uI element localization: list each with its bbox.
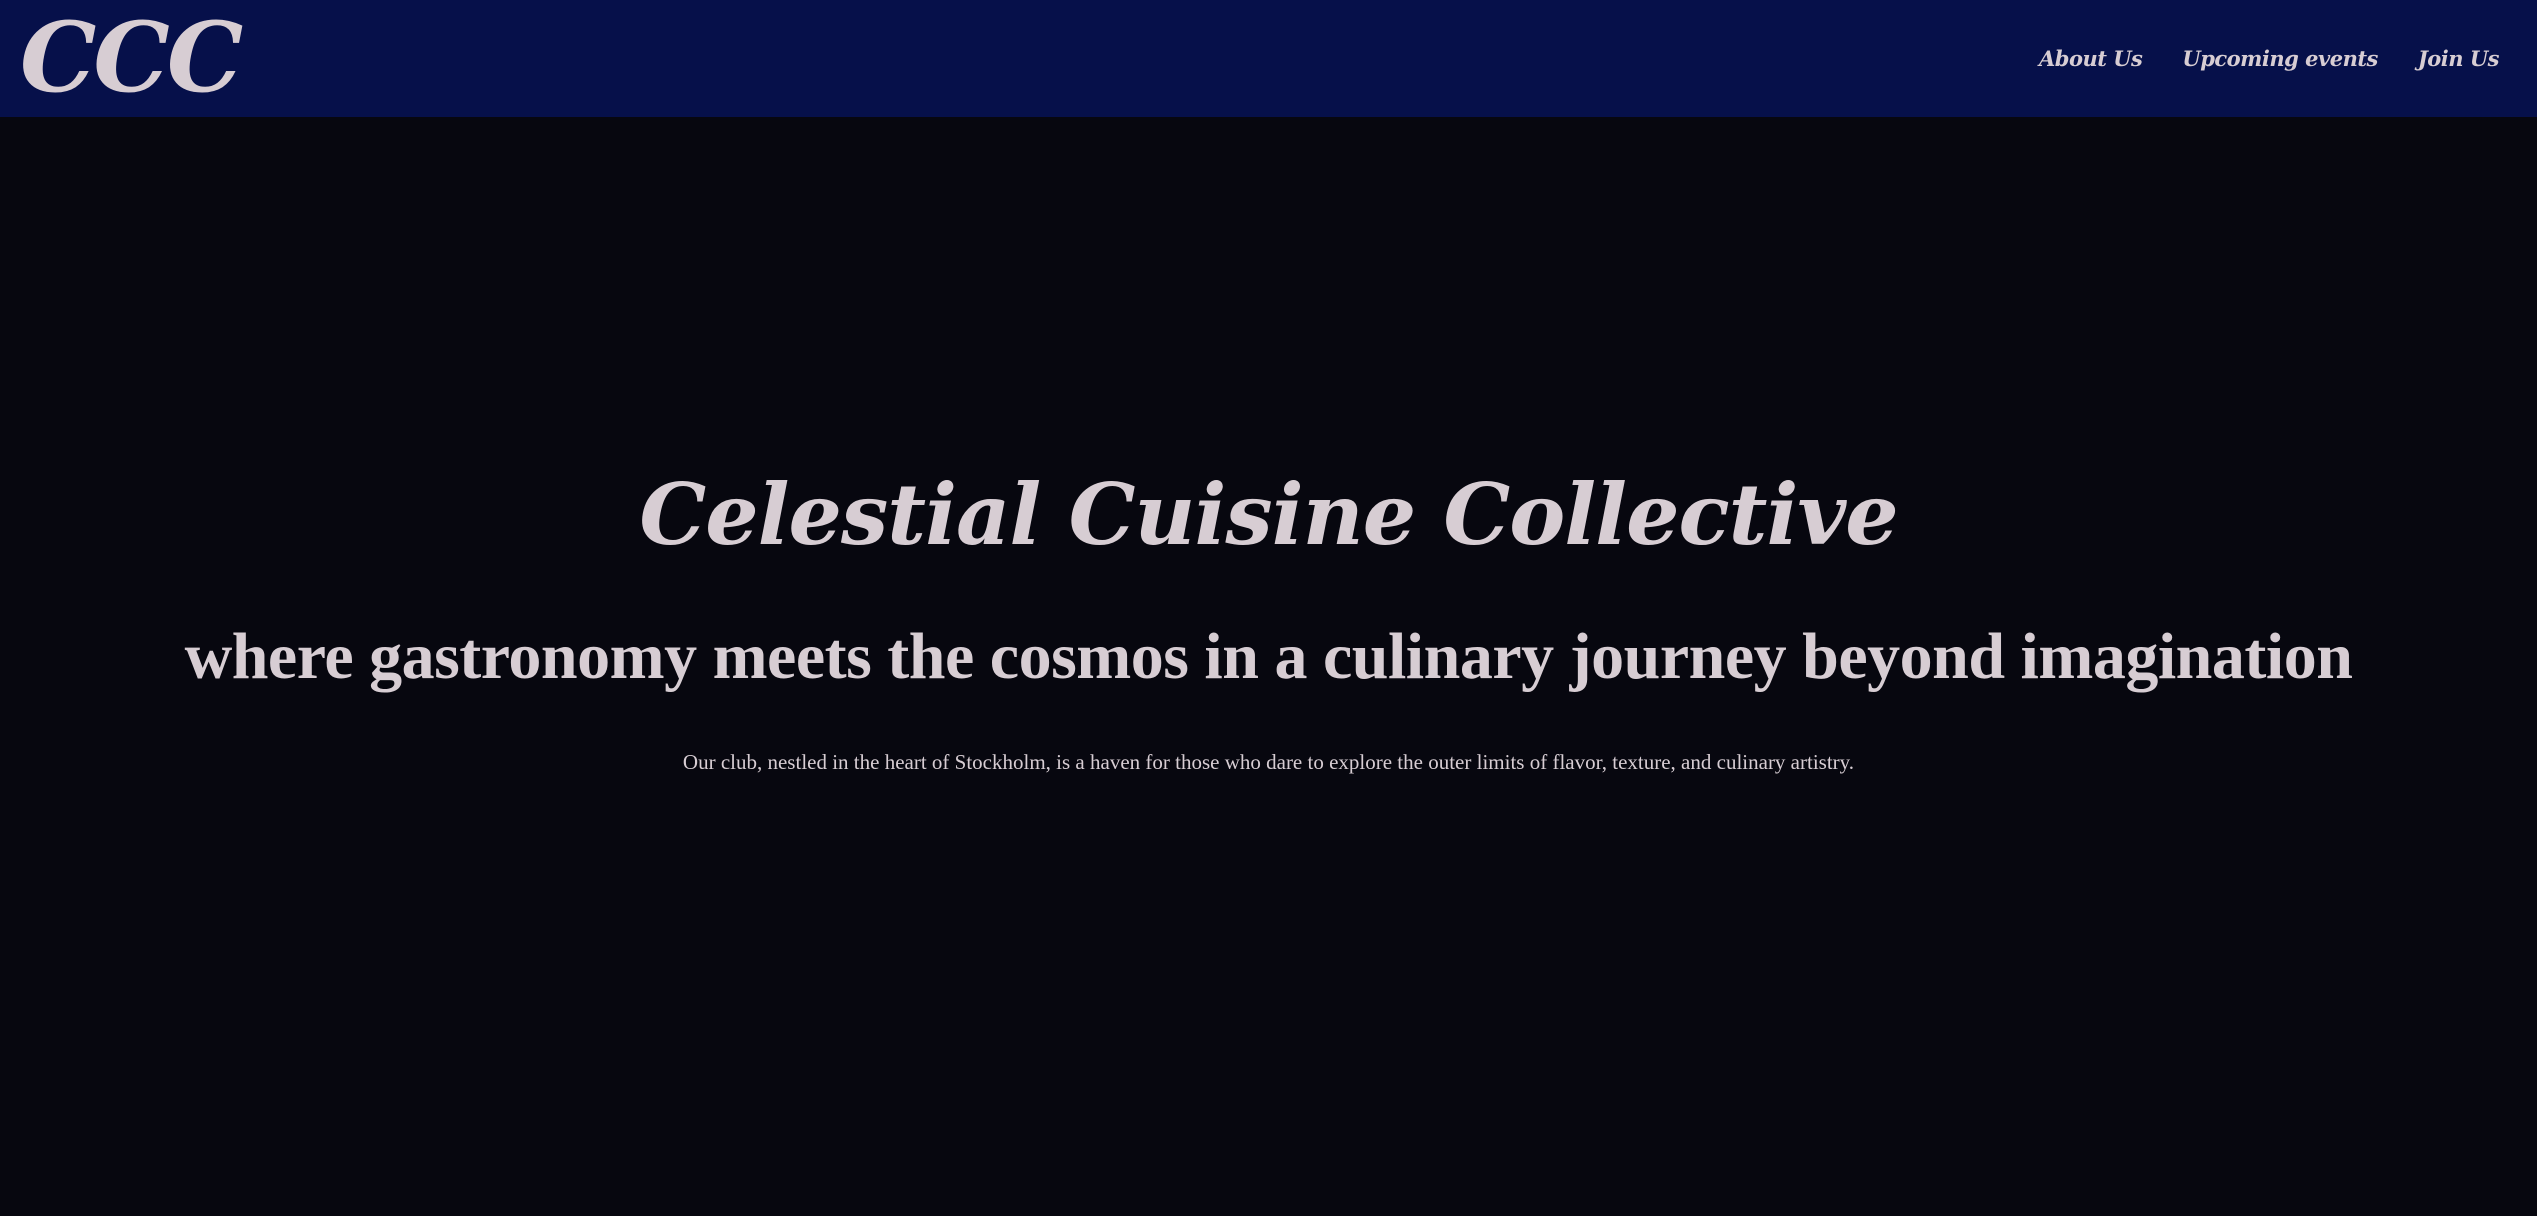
site-logo[interactable]: CCC xyxy=(20,2,243,114)
hero-title: Celestial Cuisine Collective xyxy=(639,465,1898,564)
nav-link-about-us[interactable]: About Us xyxy=(2039,46,2143,71)
hero-subtitle: where gastronomy meets the cosmos in a c… xyxy=(184,620,2353,693)
site-header: CCC About Us Upcoming events Join Us xyxy=(0,0,2537,117)
main-nav: About Us Upcoming events Join Us xyxy=(2039,0,2500,117)
nav-link-upcoming-events[interactable]: Upcoming events xyxy=(2182,46,2378,71)
hero-description: Our club, nestled in the heart of Stockh… xyxy=(682,750,1855,774)
nav-link-join-us[interactable]: Join Us xyxy=(2418,46,2500,71)
